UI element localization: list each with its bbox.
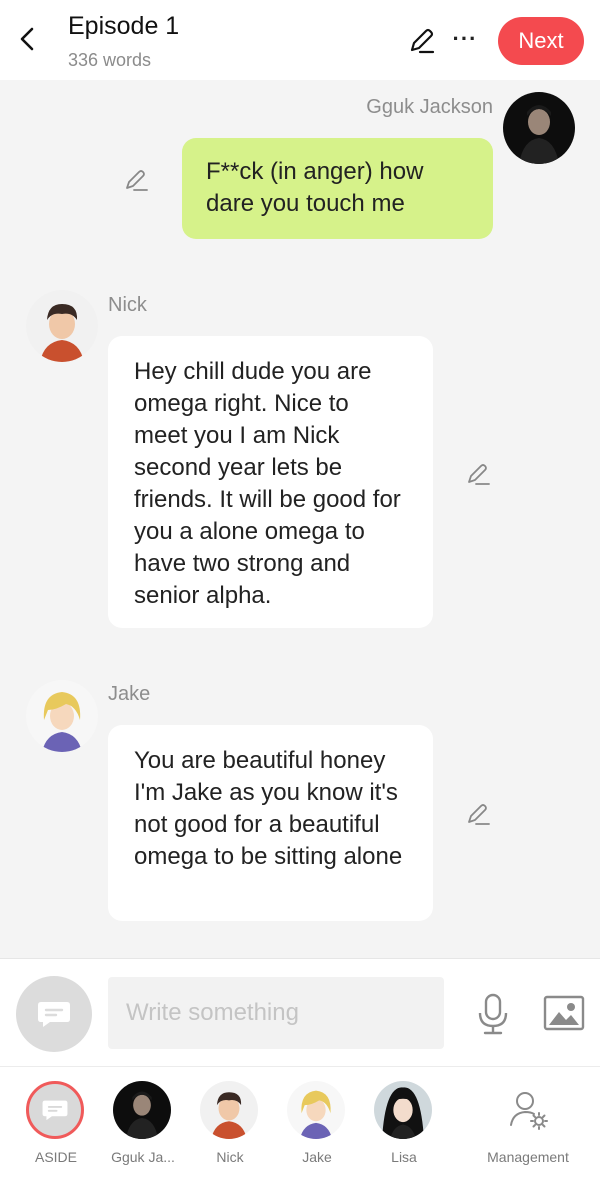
voice-button[interactable]: [472, 991, 514, 1037]
image-icon: [543, 995, 585, 1031]
message-bubble: You are beautiful honey I'm Jake as you …: [108, 725, 433, 921]
more-options-button[interactable]: ···: [450, 22, 480, 56]
composer-bar: [0, 958, 600, 1067]
avatar: [287, 1081, 345, 1139]
character-label: Nick: [216, 1149, 244, 1165]
character-lisa[interactable]: Lisa: [356, 1079, 452, 1179]
speaker-name: Nick: [108, 294, 147, 316]
chat-thread: Gguk Jackson F**ck (in anger) how dare y…: [0, 80, 600, 958]
character-nick[interactable]: Nick: [182, 1079, 278, 1179]
pencil-icon: [410, 28, 435, 54]
more-icon: ···: [452, 26, 478, 51]
next-button[interactable]: Next: [498, 17, 584, 65]
avatar-nick[interactable]: [26, 290, 98, 362]
character-bar: ASIDE Gguk Ja... Nick Jake Lisa Manageme…: [0, 1066, 600, 1184]
pencil-icon: [468, 804, 490, 825]
image-button[interactable]: [542, 993, 586, 1033]
speaker-name: Jake: [108, 683, 151, 705]
message-bubble: Hey chill dude you are omega right. Nice…: [108, 336, 433, 628]
avatar: [200, 1081, 258, 1139]
message-icon: [38, 1002, 70, 1027]
character-gguk-jackson[interactable]: Gguk Ja...: [95, 1079, 191, 1179]
back-button[interactable]: [12, 24, 42, 54]
character-label: Gguk Ja...: [111, 1149, 175, 1165]
avatar: [113, 1081, 171, 1139]
message-input[interactable]: [108, 977, 444, 1049]
edit-message-button[interactable]: [464, 460, 492, 488]
character-label: Lisa: [391, 1149, 417, 1165]
top-bar: Episode 1 336 words ··· Next: [0, 0, 600, 80]
episode-title: Episode 1: [68, 12, 180, 40]
microphone-icon: [478, 993, 508, 1035]
character-management[interactable]: Management: [478, 1079, 578, 1179]
character-jake[interactable]: Jake: [269, 1079, 365, 1179]
message-bubble: F**ck (in anger) how dare you touch me: [182, 138, 493, 239]
edit-message-button[interactable]: [122, 166, 150, 194]
chevron-left-icon: [20, 27, 34, 51]
edit-episode-button[interactable]: [404, 24, 438, 58]
avatar: [374, 1081, 432, 1139]
character-label: Jake: [302, 1149, 332, 1165]
message-icon: [42, 1100, 68, 1121]
aside-icon: [26, 1081, 84, 1139]
word-count: 336 words: [68, 50, 152, 70]
speaker-name: Gguk Jackson: [366, 96, 493, 118]
avatar-jake[interactable]: [26, 680, 98, 752]
avatar-gguk-jackson[interactable]: [503, 92, 575, 164]
character-aside[interactable]: ASIDE: [8, 1079, 104, 1179]
character-label: ASIDE: [34, 1149, 77, 1165]
aside-toggle-button[interactable]: [16, 976, 92, 1052]
user-settings-icon: [499, 1081, 557, 1139]
pencil-icon: [468, 464, 490, 485]
pencil-icon: [126, 170, 148, 191]
character-label: Management: [487, 1149, 569, 1165]
edit-message-button[interactable]: [464, 800, 492, 828]
